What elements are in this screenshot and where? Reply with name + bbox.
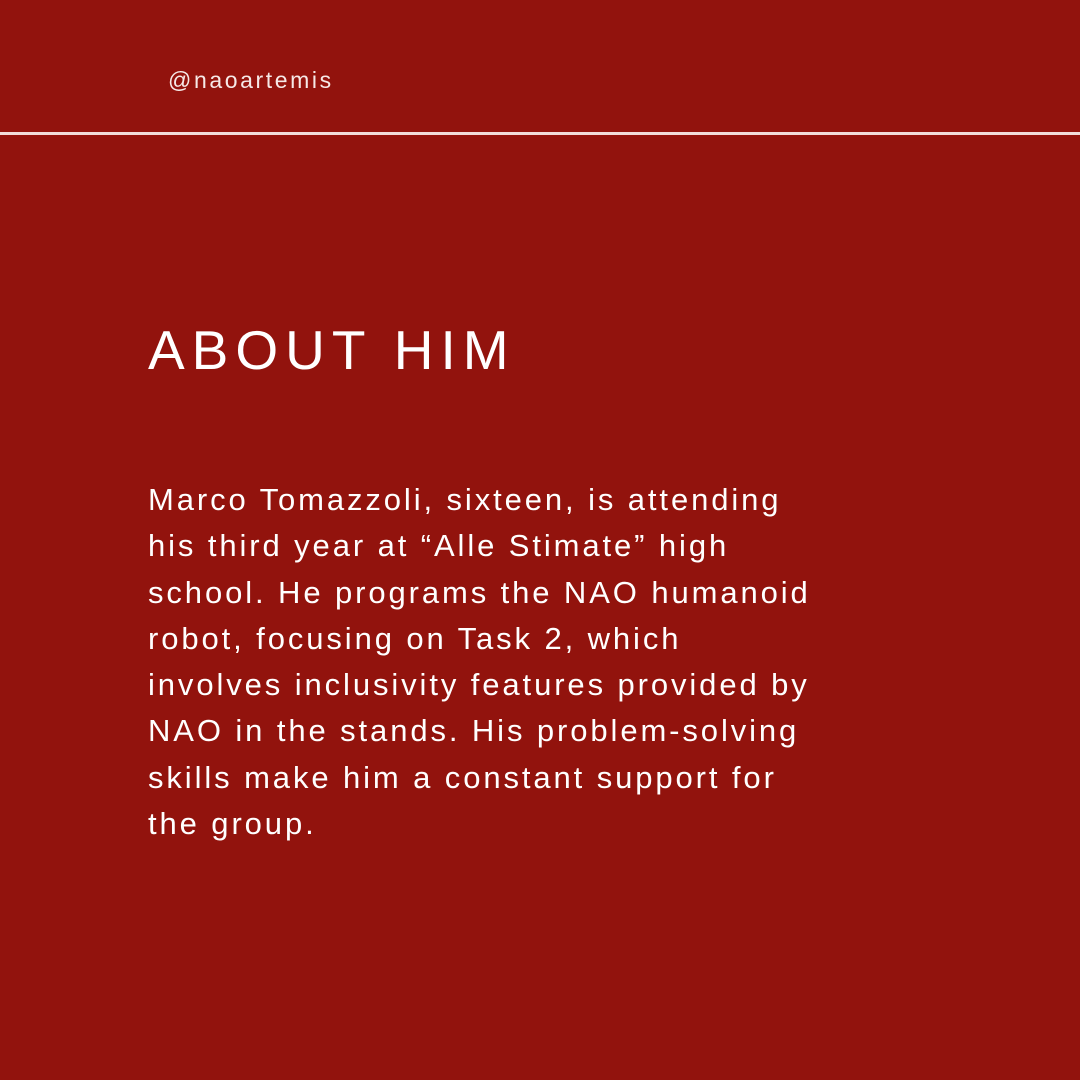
header-divider: [0, 132, 1080, 135]
bio-paragraph: Marco Tomazzoli, sixteen, is attending h…: [148, 477, 978, 847]
bio-line: robot, focusing on Task 2, which: [148, 620, 682, 656]
bio-line: NAO in the stands. His problem-solving: [148, 713, 800, 749]
bio-line: school. He programs the NAO humanoid: [148, 574, 811, 610]
bio-line: Marco Tomazzoli, sixteen, is attending: [148, 482, 782, 517]
bio-line: the group.: [148, 806, 317, 842]
bio-line: skills make him a constant support for: [148, 759, 777, 795]
bio-line: his third year at “Alle Stimate” high: [148, 528, 730, 564]
post-slide: @naoartemis ABOUT HIM Marco Tomazzoli, s…: [0, 0, 1080, 1080]
account-handle: @naoartemis: [168, 67, 334, 93]
section-title: ABOUT HIM: [148, 319, 516, 381]
bio-line: involves inclusivity features provided b…: [148, 667, 810, 703]
